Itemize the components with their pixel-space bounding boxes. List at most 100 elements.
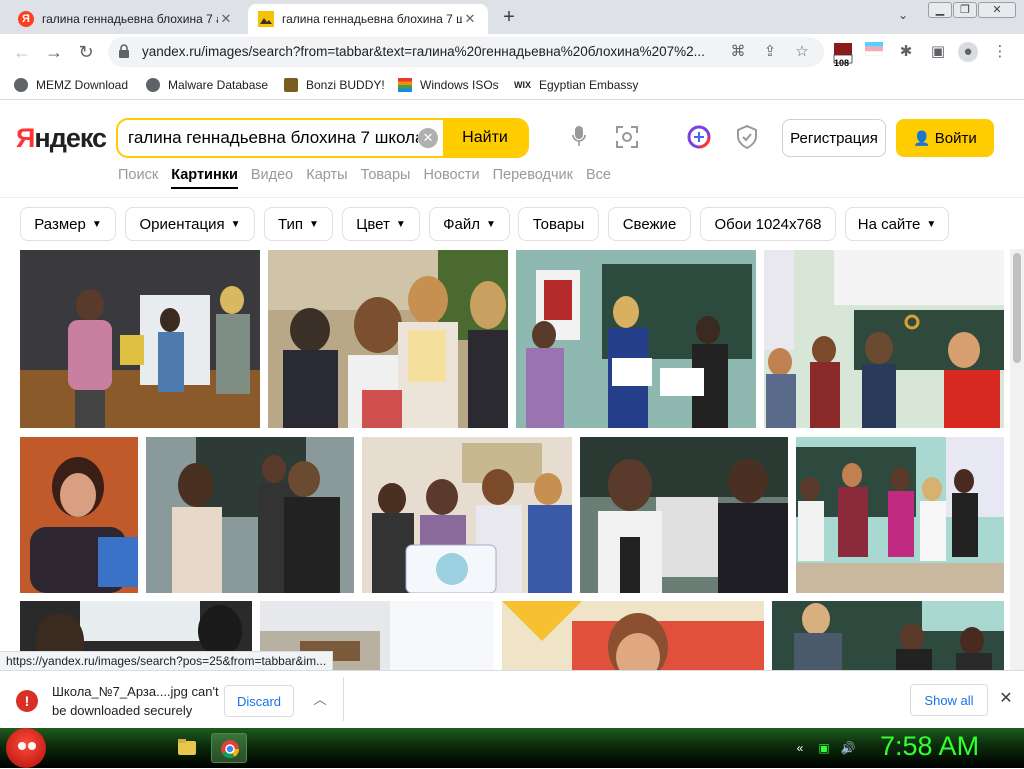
- filter-file[interactable]: Файл ▼: [429, 207, 510, 241]
- service-images[interactable]: Картинки: [171, 167, 238, 189]
- page-scrollbar[interactable]: [1010, 249, 1024, 670]
- clear-icon[interactable]: ✕: [418, 128, 438, 148]
- url-text: yandex.ru/images/search?from=tabbar&text…: [142, 44, 705, 59]
- service-video[interactable]: Видео: [251, 167, 293, 189]
- folder-app-icon[interactable]: [168, 733, 204, 763]
- angry-bird-eye: [18, 742, 26, 750]
- scrollbar-thumb[interactable]: [1013, 253, 1021, 363]
- bookmark-malware-database[interactable]: Malware Database: [146, 76, 268, 94]
- reload-icon[interactable]: ↻: [74, 40, 98, 64]
- filter-goods[interactable]: Товары: [518, 207, 599, 241]
- bookmark-memz[interactable]: MEMZ Download: [14, 76, 128, 94]
- chevron-down-icon: ▼: [485, 218, 496, 230]
- yandex-logo[interactable]: Яндекс: [16, 123, 107, 154]
- bookmark-label: Malware Database: [168, 78, 269, 92]
- filter-orientation[interactable]: Ориентация ▼: [125, 207, 255, 241]
- chrome-app-icon[interactable]: [211, 733, 247, 763]
- image-result[interactable]: [772, 601, 1004, 670]
- close-icon[interactable]: ✕: [996, 689, 1016, 709]
- filters-bar: Размер ▼ Ориентация ▼ Тип ▼ Цвет ▼ Файл ▼ Тов…: [0, 197, 1024, 249]
- camera-search-icon[interactable]: [614, 125, 640, 151]
- service-goods[interactable]: Товары: [361, 167, 411, 189]
- service-maps[interactable]: Карты: [306, 167, 347, 189]
- globe-icon: [14, 78, 28, 92]
- bookmark-windows-isos[interactable]: Windows ISOs: [398, 76, 499, 94]
- image-result[interactable]: [516, 250, 756, 428]
- register-button[interactable]: Регистрация: [782, 119, 886, 157]
- filter-color[interactable]: Цвет ▼: [342, 207, 420, 241]
- back-arrow-icon[interactable]: ←: [10, 40, 34, 64]
- image-result[interactable]: [580, 437, 788, 593]
- chevron-down-icon[interactable]: ⌄: [898, 8, 908, 22]
- wix-icon: WIX: [514, 80, 531, 90]
- tab-2[interactable]: галина геннадьевна блохина 7 ш ✕: [248, 4, 488, 34]
- show-all-button[interactable]: Show all: [910, 684, 988, 716]
- star-icon[interactable]: ☆: [792, 42, 812, 62]
- share-icon[interactable]: ⇪: [760, 42, 780, 62]
- close-window-button[interactable]: ✕: [978, 2, 1016, 18]
- rainbow-flag-icon: [398, 78, 412, 92]
- chevron-down-icon: ▼: [91, 218, 102, 230]
- volume-icon[interactable]: 🔊: [840, 740, 856, 756]
- login-button[interactable]: 👤 Войти: [896, 119, 994, 157]
- image-result[interactable]: [764, 250, 1004, 428]
- menu-icon[interactable]: ⋮: [990, 42, 1010, 62]
- yandex-header: Яндекс ✕ Найти Регистрация 👤Войти Поиск …: [0, 101, 1024, 197]
- search-input[interactable]: [128, 128, 418, 148]
- tab-1[interactable]: Я галина геннадьевна блохина 7 а ✕: [8, 4, 244, 34]
- address-bar[interactable]: yandex.ru/images/search?from=tabbar&text…: [108, 37, 824, 67]
- forward-arrow-icon[interactable]: →: [42, 40, 66, 64]
- taskbar: « ▣ 🔊 7:58 AM: [0, 728, 1024, 768]
- filter-on-site[interactable]: На сайте ▼: [845, 207, 949, 241]
- tray-back-icon[interactable]: «: [792, 740, 808, 756]
- image-result[interactable]: [20, 250, 260, 428]
- close-icon[interactable]: ✕: [218, 11, 234, 27]
- download-item[interactable]: Школа_№7_Арза....jpg can't be downloaded…: [52, 682, 222, 720]
- flag-extension-icon[interactable]: [864, 42, 884, 62]
- bookmark-egyptian-embassy[interactable]: WIX Egyptian Embassy: [514, 76, 638, 94]
- filter-size[interactable]: Размер ▼: [20, 207, 116, 241]
- extension-badge: 108: [834, 58, 850, 68]
- download-message: be downloaded securely: [52, 703, 193, 718]
- bookmark-bonzi-buddy[interactable]: Bonzi BUDDY!: [284, 76, 385, 94]
- translate-icon[interactable]: ⌘: [728, 42, 748, 62]
- images-icon: [258, 11, 274, 27]
- profile-icon[interactable]: ●: [958, 42, 978, 62]
- service-all[interactable]: Все: [586, 167, 611, 189]
- image-result[interactable]: [20, 437, 138, 593]
- image-result[interactable]: [502, 601, 764, 670]
- chevron-up-icon[interactable]: ︿: [310, 689, 330, 709]
- service-news[interactable]: Новости: [423, 167, 479, 189]
- bookmark-label: MEMZ Download: [36, 78, 129, 92]
- service-search[interactable]: Поиск: [118, 167, 158, 189]
- image-result[interactable]: [146, 437, 354, 593]
- image-result[interactable]: [796, 437, 1004, 593]
- chevron-down-icon: ▼: [230, 218, 241, 230]
- sidepanel-icon[interactable]: ▣: [928, 42, 948, 62]
- filter-fresh[interactable]: Свежие: [608, 207, 691, 241]
- service-translator[interactable]: Переводчик: [493, 167, 573, 189]
- bookmark-label: Windows ISOs: [420, 78, 499, 92]
- image-result[interactable]: [362, 437, 572, 593]
- taskbar-clock[interactable]: 7:58 AM: [880, 731, 979, 762]
- new-tab-button[interactable]: +: [498, 6, 520, 28]
- puzzle-icon[interactable]: ✱: [896, 42, 916, 62]
- maximize-button[interactable]: ❐: [953, 2, 977, 18]
- find-button[interactable]: Найти: [443, 120, 527, 156]
- filter-wallpaper[interactable]: Обои 1024x768: [700, 207, 836, 241]
- bookmark-label: Bonzi BUDDY!: [306, 78, 385, 92]
- network-icon[interactable]: ▣: [816, 740, 832, 756]
- start-button[interactable]: [6, 728, 46, 768]
- shield-icon[interactable]: [734, 124, 760, 151]
- lock-icon: [119, 44, 129, 58]
- microphone-icon[interactable]: [566, 125, 592, 151]
- minimize-button[interactable]: ▁: [928, 2, 952, 18]
- status-url: https://yandex.ru/images/search?pos=25&f…: [0, 651, 334, 671]
- filter-type[interactable]: Тип ▼: [264, 207, 333, 241]
- alice-icon[interactable]: [686, 125, 712, 151]
- image-result[interactable]: [268, 250, 508, 428]
- download-bar: ! Школа_№7_Арза....jpg can't be download…: [0, 670, 1024, 728]
- bookmark-label: Egyptian Embassy: [539, 78, 639, 92]
- close-icon[interactable]: ✕: [462, 11, 478, 27]
- discard-button[interactable]: Discard: [224, 685, 294, 717]
